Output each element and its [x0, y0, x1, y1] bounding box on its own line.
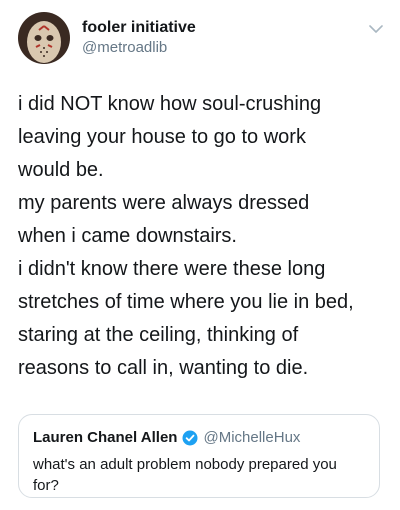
hockey-mask-avatar-icon: [18, 12, 70, 64]
tweet-text-line: when i came downstairs.: [18, 225, 237, 247]
tweet-text-line: stretches of time where you lie in bed,: [18, 291, 354, 313]
author-info[interactable]: fooler initiative @metroadlib: [82, 18, 196, 58]
quoted-tweet-header: Lauren Chanel Allen @MichelleHux: [33, 428, 365, 448]
quoted-author-name[interactable]: Lauren Chanel Allen: [33, 428, 177, 448]
tweet-text-line: would be.: [18, 159, 104, 181]
quoted-tweet-text: what's an adult problem nobody prepared …: [33, 456, 337, 494]
tweet-text-line: staring at the ceiling, thinking of: [18, 324, 299, 346]
chevron-down-icon[interactable]: [368, 22, 384, 34]
tweet-text-line: i didn't know there were these long: [18, 258, 326, 280]
tweet-text-line: leaving your house to go to work: [18, 126, 306, 148]
tweet-text-line: reasons to call in, wanting to die.: [18, 357, 309, 379]
tweet-text-line: my parents were always dressed: [18, 192, 310, 214]
tweet-text: i did NOT know how soul-crushing leaving…: [18, 88, 388, 385]
quoted-author-handle[interactable]: @MichelleHux: [203, 428, 300, 448]
avatar[interactable]: [18, 12, 70, 64]
author-display-name[interactable]: fooler initiative: [82, 18, 196, 38]
author-handle[interactable]: @metroadlib: [82, 38, 196, 58]
verified-badge-icon: [182, 430, 198, 446]
tweet-text-line: i did NOT know how soul-crushing: [18, 93, 322, 115]
tweet: fooler initiative @metroadlib i did NOT …: [0, 0, 400, 510]
quoted-tweet-card[interactable]: Lauren Chanel Allen @MichelleHux what's …: [18, 414, 380, 498]
